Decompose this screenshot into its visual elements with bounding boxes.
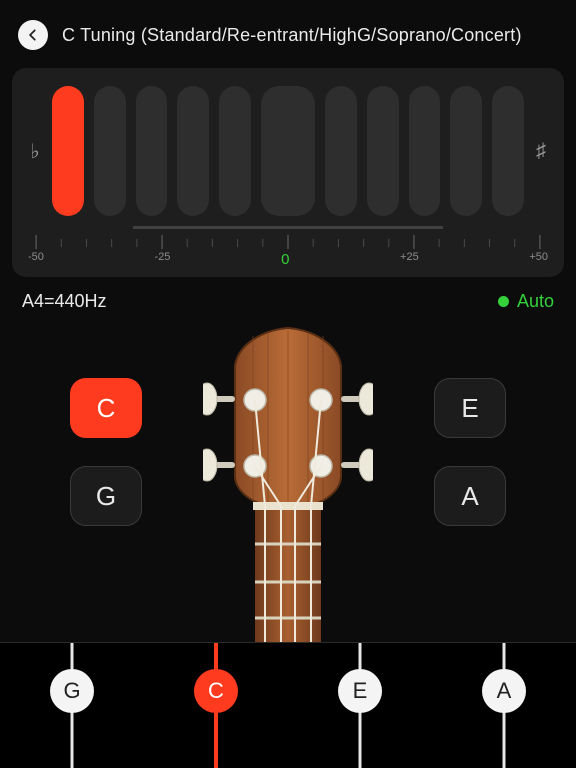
scale-label-zero: 0 bbox=[281, 251, 289, 268]
strip-string-c[interactable]: C bbox=[144, 643, 288, 768]
status-dot-icon bbox=[498, 296, 509, 307]
note-label: E bbox=[461, 393, 478, 424]
instrument-area: C E G A bbox=[0, 326, 576, 656]
meter-bar bbox=[325, 86, 357, 216]
meter-bar bbox=[219, 86, 251, 216]
string-strip: G C E A bbox=[0, 642, 576, 768]
meter-bars bbox=[52, 86, 524, 216]
sharp-icon: ♯ bbox=[532, 140, 550, 163]
scale-labels: -50 -25 0 +25 +50 bbox=[26, 251, 550, 268]
string-note-g: G bbox=[50, 669, 94, 713]
meter-track bbox=[133, 226, 443, 229]
meter-bar bbox=[136, 86, 168, 216]
back-button[interactable] bbox=[18, 20, 48, 50]
meter-bar bbox=[409, 86, 441, 216]
string-button-g[interactable]: G bbox=[70, 466, 142, 526]
string-note-a: A bbox=[482, 669, 526, 713]
scale-label-q1: -25 bbox=[155, 251, 171, 268]
strip-string-a[interactable]: A bbox=[432, 643, 576, 768]
page-title: C Tuning (Standard/Re-entrant/HighG/Sopr… bbox=[62, 25, 522, 46]
flat-icon: ♭ bbox=[26, 139, 44, 164]
string-button-c[interactable]: C bbox=[70, 378, 142, 438]
note-label: E bbox=[353, 678, 368, 704]
note-label: G bbox=[96, 481, 116, 512]
string-button-e[interactable]: E bbox=[434, 378, 506, 438]
status-row: A4=440Hz Auto bbox=[0, 277, 576, 318]
strip-string-e[interactable]: E bbox=[288, 643, 432, 768]
tuner-meter-card: ♭ ♯ bbox=[12, 68, 564, 277]
auto-toggle[interactable]: Auto bbox=[498, 291, 554, 312]
string-note-e: E bbox=[338, 669, 382, 713]
string-note-c: C bbox=[194, 669, 238, 713]
strip-string-g[interactable]: G bbox=[0, 643, 144, 768]
chevron-left-icon bbox=[26, 28, 40, 42]
note-label: G bbox=[63, 678, 80, 704]
tuner-meter: ♭ ♯ bbox=[26, 86, 550, 216]
meter-bar bbox=[177, 86, 209, 216]
meter-bar bbox=[94, 86, 126, 216]
string-button-a[interactable]: A bbox=[434, 466, 506, 526]
note-label: C bbox=[208, 678, 224, 704]
meter-bar-center bbox=[261, 86, 315, 216]
meter-bar bbox=[367, 86, 399, 216]
meter-bar bbox=[52, 86, 84, 216]
scale-ticks-icon bbox=[26, 233, 550, 253]
header: C Tuning (Standard/Re-entrant/HighG/Sopr… bbox=[0, 0, 576, 62]
meter-bar bbox=[492, 86, 524, 216]
cents-scale: -50 -25 0 +25 +50 bbox=[26, 233, 550, 267]
scale-label-min: -50 bbox=[28, 251, 44, 268]
reference-pitch: A4=440Hz bbox=[22, 291, 107, 312]
ukulele-headstock-icon bbox=[203, 326, 373, 656]
scale-label-q3: +25 bbox=[400, 251, 419, 268]
note-label: A bbox=[461, 481, 478, 512]
scale-label-max: +50 bbox=[529, 251, 548, 268]
note-label: C bbox=[97, 393, 116, 424]
auto-label: Auto bbox=[517, 291, 554, 312]
note-label: A bbox=[497, 678, 512, 704]
meter-bar bbox=[450, 86, 482, 216]
